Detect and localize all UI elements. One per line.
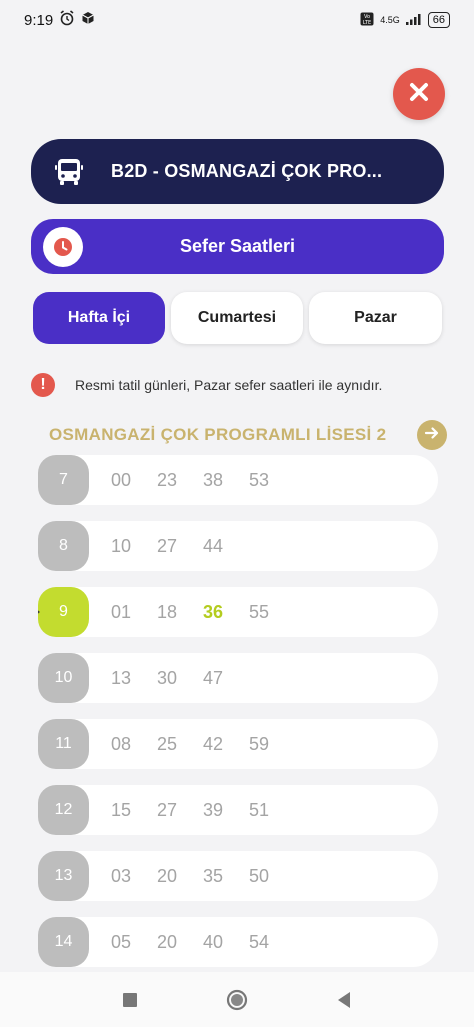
recents-button[interactable] (119, 989, 141, 1011)
stop-name: OSMANGAZİ ÇOK PROGRAMLI LİSESİ 2 (49, 425, 387, 444)
departure-minute: 01 (111, 601, 132, 622)
departure-minute: 51 (249, 799, 270, 820)
holiday-notice: ! Resmi tatil günleri, Pazar sefer saatl… (31, 372, 382, 398)
schedule-row: 11 08 25 42 59 (38, 719, 438, 769)
departure-minute: 50 (249, 865, 270, 886)
back-button[interactable] (333, 989, 355, 1011)
minutes-list: 08 25 42 59 (111, 734, 295, 755)
departure-minute: 27 (157, 799, 178, 820)
hour-badge: 13 (38, 851, 89, 901)
minutes-list: 10 27 44 (111, 536, 249, 557)
svg-text:LTE: LTE (363, 20, 371, 26)
stop-header: OSMANGAZİ ÇOK PROGRAMLI LİSESİ 2 (49, 420, 447, 450)
signal-icon (405, 13, 422, 28)
hour-badge: 8 (38, 521, 89, 571)
hour-badge: 11 (38, 719, 89, 769)
minutes-list: 03 20 35 50 (111, 866, 295, 887)
route-name: B2D - OSMANGAZİ ÇOK PRO... (111, 161, 383, 181)
close-button[interactable] (393, 68, 445, 120)
tab-saturday[interactable]: Cumartesi (171, 292, 303, 344)
departure-minute: 53 (249, 469, 270, 490)
volte-icon: Vo LTE (360, 12, 374, 29)
departure-minute: 38 (203, 469, 224, 490)
departure-minute: 47 (203, 667, 224, 688)
departure-minute: 18 (157, 601, 178, 622)
departure-minute: 13 (111, 667, 132, 688)
clock-icon (43, 226, 83, 267)
departure-minute: 59 (249, 733, 270, 754)
tab-weekdays[interactable]: Hafta İçi (33, 292, 165, 344)
departure-minute: 44 (203, 535, 224, 556)
departure-minute: 05 (111, 931, 132, 952)
status-time: 9:19 (24, 11, 54, 29)
minutes-list: 15 27 39 51 (111, 800, 295, 821)
departure-minute: 03 (111, 865, 132, 886)
departure-minute: 55 (249, 601, 270, 622)
alarm-icon (59, 10, 75, 30)
status-right: Vo LTE 4.5G 66 (360, 12, 450, 29)
notice-text: Resmi tatil günleri, Pazar sefer saatler… (75, 377, 383, 393)
schedule-button-label: Sefer Saatleri (179, 236, 296, 256)
schedule-row: 14 05 20 40 54 (38, 917, 438, 967)
departure-minute: 35 (203, 865, 224, 886)
tab-sunday[interactable]: Pazar (309, 292, 442, 344)
departure-minute: 27 (157, 535, 178, 556)
departure-minute: 36 (203, 601, 224, 622)
cube-icon (81, 11, 95, 29)
schedule-button[interactable]: Sefer Saatleri (31, 219, 444, 274)
route-selector[interactable]: B2D - OSMANGAZİ ÇOK PRO... (31, 139, 444, 204)
schedule-row: 10 13 30 47 (38, 653, 438, 703)
departure-minute: 23 (157, 469, 178, 490)
minutes-list: 13 30 47 (111, 668, 249, 689)
hour-badge: 9 (38, 587, 89, 637)
schedule-row: 8 10 27 44 (38, 521, 438, 571)
departure-minute: 20 (157, 931, 178, 952)
departure-minute: 15 (111, 799, 132, 820)
system-nav-bar (0, 972, 474, 1027)
departure-minute: 30 (157, 667, 178, 688)
minutes-list: 05 20 40 54 (111, 932, 295, 953)
minutes-list: 01 18 36 55 (111, 602, 295, 623)
departure-minute: 40 (203, 931, 224, 952)
schedule-row: 9 01 18 36 55 (38, 587, 438, 637)
battery-indicator: 66 (427, 12, 450, 28)
status-bar: 9:19 Vo LTE 4.5G 66 (0, 0, 474, 40)
schedule-row: 7 00 23 38 53 (38, 455, 438, 505)
home-button[interactable] (226, 989, 248, 1011)
hour-badge: 14 (38, 917, 89, 967)
schedule-list: 7 00 23 38 53 8 10 27 44 9 01 18 36 55 10 13 30 47 11 08 25 4… (38, 455, 438, 970)
day-tabs: Hafta İçi Cumartesi Pazar (33, 292, 442, 344)
arrow-right-icon (423, 424, 441, 447)
bus-icon (53, 156, 85, 188)
departure-minute: 42 (203, 733, 224, 754)
schedule-row: 13 03 20 35 50 (38, 851, 438, 901)
departure-minute: 00 (111, 469, 132, 490)
hour-badge: 10 (38, 653, 89, 703)
close-icon (408, 81, 430, 108)
schedule-row: 12 15 27 39 51 (38, 785, 438, 835)
departure-minute: 54 (249, 931, 270, 952)
status-left: 9:19 (24, 10, 95, 30)
departure-minute: 39 (203, 799, 224, 820)
minutes-list: 00 23 38 53 (111, 470, 295, 491)
network-type: 4.5G (380, 15, 400, 25)
departure-minute: 25 (157, 733, 178, 754)
departure-minute: 10 (111, 535, 132, 556)
departure-minute: 20 (157, 865, 178, 886)
hour-badge: 7 (38, 455, 89, 505)
departure-minute: 08 (111, 733, 132, 754)
hour-badge: 12 (38, 785, 89, 835)
warning-icon: ! (31, 373, 55, 397)
next-stop-button[interactable] (417, 420, 447, 450)
